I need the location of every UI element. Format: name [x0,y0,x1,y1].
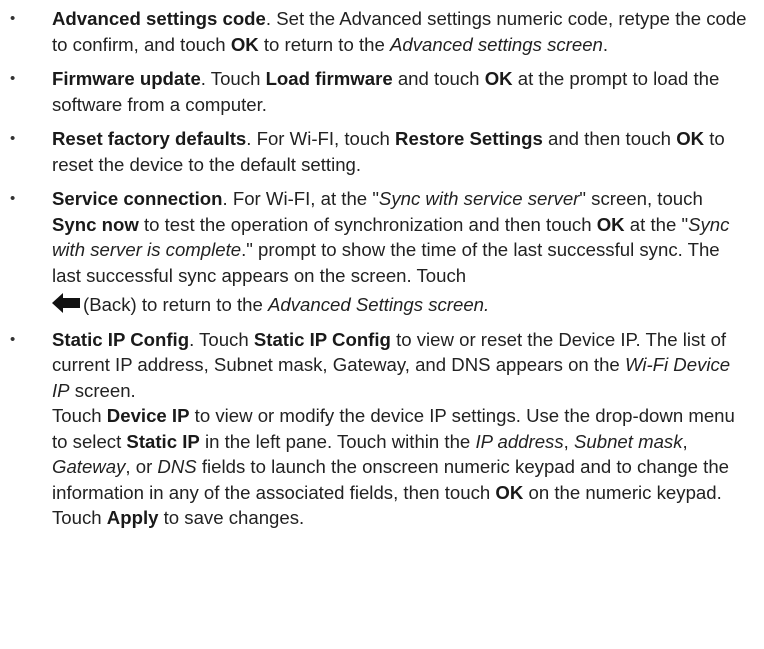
item-text: . For Wi-FI, at the " [222,188,379,209]
static-ip-config-label: Static IP Config [253,328,391,350]
item-text: screen. [69,379,136,401]
list-item-advanced-settings-code: • Advanced settings code. Set the Advanc… [10,6,750,57]
item-title: Reset factory defaults [52,128,247,149]
item-title: Advanced settings code [52,8,266,29]
bullet: • [10,330,16,348]
item-text: and touch [392,68,485,89]
item-text: . [602,33,609,55]
sync-now-label: Sync now [52,213,139,235]
item-text: . Touch [189,328,254,350]
back-arrow-icon [52,293,80,320]
field-name: IP address [475,430,564,452]
item-text: to test the operation of synchronization… [138,213,597,235]
screen-name: Sync with service server [378,188,580,209]
item-text: and then touch [542,128,677,149]
load-firmware-label: Load firmware [265,68,393,89]
para-text: to save changes. [158,507,305,528]
screen-name: Advanced settings screen [389,33,603,55]
item-text: (Back) to return to the [83,294,268,315]
item-text: at the " [624,213,689,235]
item-title: Service connection [52,188,223,209]
bullet: • [10,130,16,147]
item-text: . Touch [200,68,266,89]
field-name: DNS [157,456,197,477]
item-title: Firmware update [52,68,201,89]
device-ip-label: Device IP [106,405,190,426]
item-text: . For Wi-FI, touch [246,128,396,149]
list-item-static-ip-config: • Static IP Config. Touch Static IP Conf… [10,327,750,404]
para-text: in the left pane. Touch within the [199,430,476,452]
device-ip-paragraph: Touch Device IP to view or modify the de… [10,403,750,531]
ok-label: OK [676,128,705,149]
para-text: , [563,430,574,452]
screen-name: Advanced Settings screen. [267,294,490,315]
list-item-reset-factory-defaults: • Reset factory defaults. For Wi-FI, tou… [10,126,750,177]
field-name: Subnet mask [574,430,683,452]
ok-label: OK [484,68,513,89]
field-name: Gateway [52,456,126,477]
restore-settings-label: Restore Settings [395,128,543,149]
bullet: • [10,10,16,27]
item-title: Static IP Config [52,328,190,350]
para-text: Touch [52,405,107,426]
item-text: to return to the [258,33,390,55]
item-text: " screen, touch [579,188,703,209]
document-page: • Advanced settings code. Set the Advanc… [0,0,764,649]
bullet: • [10,190,16,207]
bullet: • [10,70,16,87]
back-line: (Back) to return to the Advanced Setting… [52,292,750,320]
para-text: , [682,430,688,452]
list-item-firmware-update: • Firmware update. Touch Load firmware a… [10,66,750,117]
ok-label: OK [495,481,524,503]
apply-label: Apply [106,507,159,528]
static-ip-label: Static IP [126,430,200,452]
ok-label: OK [596,213,625,235]
para-text: , or [125,456,158,477]
list-item-service-connection: • Service connection. For Wi-FI, at the … [10,186,750,320]
ok-label: OK [230,33,259,55]
